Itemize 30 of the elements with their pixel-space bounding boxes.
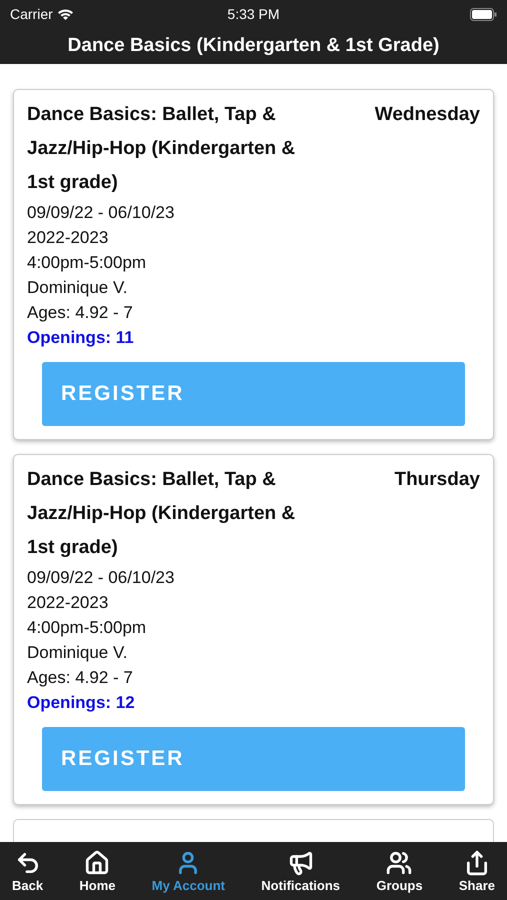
wifi-icon (56, 8, 74, 20)
instructor-name: Dominique V. (27, 642, 128, 664)
status-time: 5:33 PM (227, 6, 280, 22)
tab-bar-item[interactable]: Home (75, 842, 120, 900)
tab-bar-item[interactable]: Share (454, 842, 499, 900)
tab-bar-item[interactable]: Notifications (257, 842, 344, 900)
class-title: Dance Basics: Ballet, Tap & Jazz/Hip-Hop (Kindergarten & 1st grade) (27, 103, 296, 195)
openings-count: Openings: 11 (27, 327, 135, 349)
class-season: 2022-2023 (27, 592, 110, 614)
class-time: 4:00pm-5:00pm (27, 617, 148, 639)
megaphone-icon (288, 850, 314, 876)
age-range: Ages: 4.92 - 7 (27, 302, 134, 324)
class-day: Thursday (394, 463, 480, 565)
openings-count: Openings: 12 (27, 692, 136, 714)
class-day: Wednesday (374, 98, 480, 200)
class-season: 2022-2023 (27, 227, 110, 249)
instructor-name: Dominique V. (27, 277, 128, 299)
battery-icon (470, 8, 497, 20)
people-icon (386, 850, 412, 876)
home-icon (84, 850, 110, 876)
class-time: 4:00pm-5:00pm (27, 252, 148, 274)
screen-title: Dance Basics (Kindergarten & 1st Grade) (68, 35, 440, 57)
class-title: Dance Basics: Ballet, Tap & Jazz/Hip-Hop (Kindergarten & 1st grade) (27, 468, 296, 560)
tab-bar-item[interactable]: Groups (372, 842, 427, 900)
carrier-label: Carrier (10, 6, 53, 22)
class-dates: 09/09/22 - 06/10/23 (27, 202, 176, 224)
tab-bar-item[interactable]: My Account (148, 842, 229, 900)
class-dates: 09/09/22 - 06/10/23 (27, 567, 176, 589)
age-range: Ages: 4.92 - 7 (27, 667, 134, 689)
tab-bar-item[interactable]: Back (8, 842, 48, 900)
